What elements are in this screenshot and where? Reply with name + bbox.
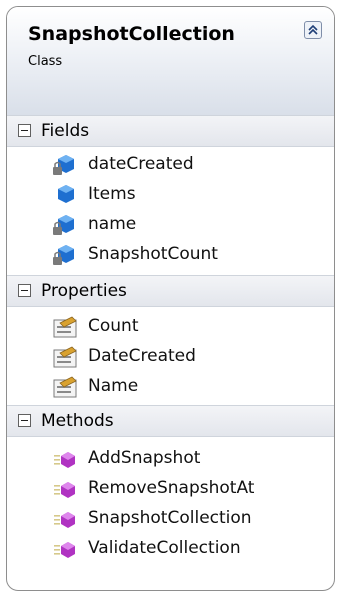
section-fields-header[interactable]: Fields [7,115,334,147]
member-label: Name [88,376,139,396]
class-kind: Class [28,54,63,69]
collapse-toggle-icon[interactable] [18,124,31,137]
property-icon [53,376,77,398]
private-field-icon [53,155,74,175]
collapse-chevron-icon[interactable] [304,21,322,39]
method-icon [54,542,75,558]
member-label: Items [88,184,136,204]
member-label: RemoveSnapshotAt [88,478,255,498]
section-properties-header[interactable]: Properties [7,275,334,307]
collapse-toggle-icon[interactable] [18,284,31,297]
method-icon [54,482,75,498]
section-title: Properties [41,281,127,301]
member-label: SnapshotCount [88,244,218,264]
section-title: Methods [41,411,114,431]
property-icon [53,316,77,338]
member-label: AddSnapshot [88,448,201,468]
class-header: SnapshotCollection Class [7,7,334,116]
member-label: Count [88,316,139,336]
member-label: dateCreated [88,154,194,174]
member-label: name [88,214,137,234]
collapse-toggle-icon[interactable] [18,414,31,427]
method-icon [54,452,75,468]
class-diagram-box: SnapshotCollection Class Fields dateCrea… [6,6,335,591]
method-icon [54,512,75,528]
private-field-icon [53,245,74,265]
class-name: SnapshotCollection [28,23,235,45]
section-title: Fields [41,121,90,141]
section-methods-header[interactable]: Methods [7,405,334,437]
member-label: DateCreated [88,346,196,366]
member-label: SnapshotCollection [88,508,252,528]
private-field-icon [53,215,74,235]
property-icon [53,346,77,368]
member-label: ValidateCollection [88,538,241,558]
public-field-icon [58,185,74,203]
